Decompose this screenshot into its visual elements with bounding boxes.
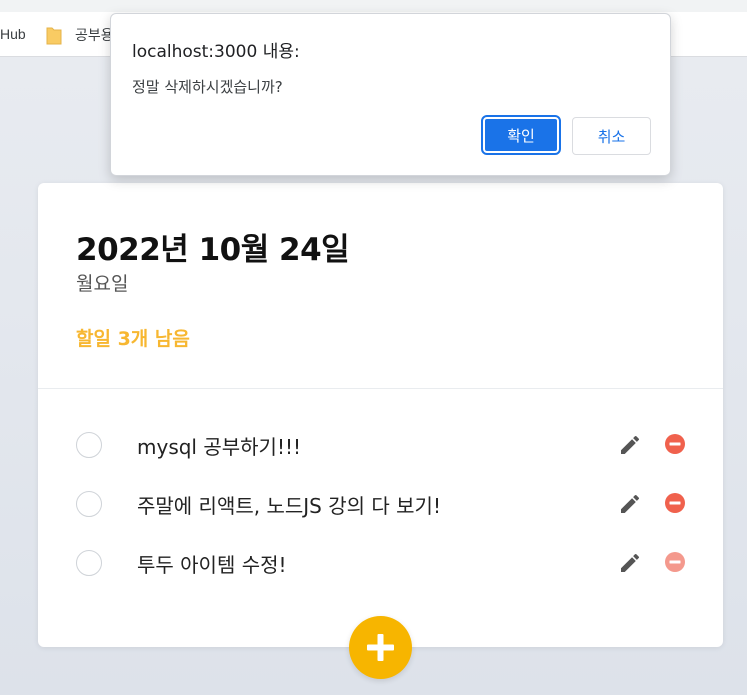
todo-text: 투두 아이템 수정! xyxy=(137,553,287,577)
plus-icon xyxy=(367,634,394,661)
weekday-label: 월요일 xyxy=(76,273,129,295)
tasks-left-count: 할일 3개 남음 xyxy=(76,328,190,350)
bookmark-folder-label[interactable]: 공부용 xyxy=(75,25,111,45)
dialog-message: 정말 삭제하시겠습니까? xyxy=(132,78,283,96)
cancel-button[interactable]: 취소 xyxy=(572,117,651,155)
browser-top-strip xyxy=(0,0,747,12)
pencil-icon[interactable] xyxy=(618,492,642,516)
todo-text: mysql 공부하기!!! xyxy=(137,435,302,459)
confirm-button[interactable]: 확인 xyxy=(481,115,561,155)
pencil-icon[interactable] xyxy=(618,433,642,457)
remove-circle-icon[interactable] xyxy=(665,434,685,454)
todo-checkbox[interactable] xyxy=(76,550,102,576)
confirm-dialog: localhost:3000 내용: 정말 삭제하시겠습니까? 확인 취소 xyxy=(110,13,671,176)
todo-checkbox[interactable] xyxy=(76,432,102,458)
todo-text: 주말에 리액트, 노드JS 강의 다 보기! xyxy=(137,494,441,518)
remove-circle-icon[interactable] xyxy=(665,493,685,513)
bookmark-hub-label[interactable]: Hub xyxy=(0,26,26,42)
todo-item: 투두 아이템 수정! xyxy=(38,543,723,587)
todo-checkbox[interactable] xyxy=(76,491,102,517)
date-title: 2022년 10월 24일 xyxy=(76,232,350,268)
todo-item: 주말에 리액트, 노드JS 강의 다 보기! xyxy=(38,484,723,528)
folder-icon[interactable] xyxy=(46,25,62,45)
pencil-icon[interactable] xyxy=(618,551,642,575)
remove-circle-icon[interactable] xyxy=(665,552,685,572)
divider xyxy=(38,388,723,389)
todo-item: mysql 공부하기!!! xyxy=(38,425,723,469)
add-todo-button[interactable] xyxy=(349,616,412,679)
todo-card: 2022년 10월 24일 월요일 할일 3개 남음 mysql 공부하기!!!… xyxy=(38,183,723,647)
dialog-title: localhost:3000 내용: xyxy=(132,42,300,62)
